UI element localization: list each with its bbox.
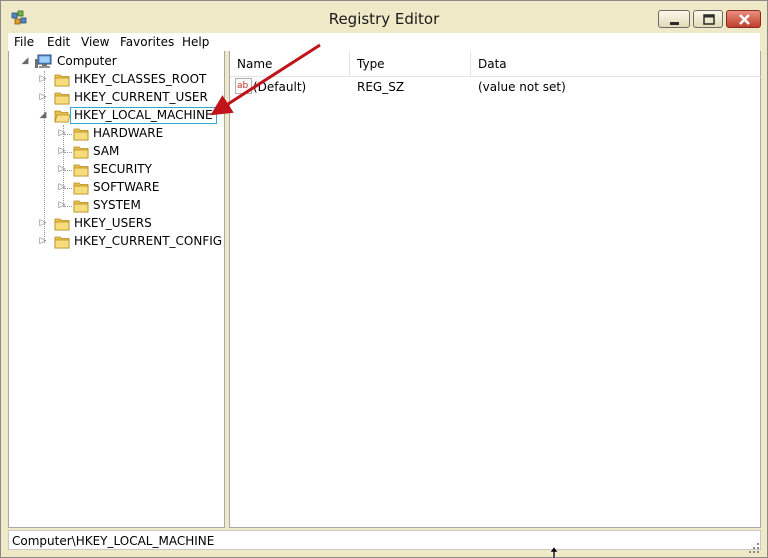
tree-item-hkey-current-config[interactable]: ▷ HKEY_CURRENT_CONFIG — [17, 233, 222, 251]
tree-label: SYSTEM — [93, 198, 141, 212]
title-bar[interactable]: Registry Editor — [1, 1, 767, 33]
menu-help[interactable]: Help — [182, 35, 209, 49]
tree-label: HARDWARE — [93, 126, 164, 140]
close-button[interactable] — [726, 10, 761, 28]
column-header-data[interactable]: Data — [471, 51, 761, 77]
tree-label: HKEY_CLASSES_ROOT — [74, 72, 207, 86]
menu-view[interactable]: View — [81, 35, 109, 49]
maximize-icon — [703, 14, 715, 25]
column-header-name[interactable]: Name — [230, 51, 350, 77]
folder-icon — [73, 182, 89, 195]
status-path: Computer\HKEY_LOCAL_MACHINE — [12, 534, 215, 548]
minimize-icon — [670, 22, 679, 25]
tree-item-hardware[interactable]: ▷ HARDWARE — [17, 125, 217, 143]
tree-item-hkey-current-user[interactable]: ▷ HKEY_CURRENT_USER — [17, 89, 217, 107]
expand-arrow-icon[interactable]: ▷ — [38, 235, 48, 247]
mouse-cursor-icon — [549, 547, 559, 558]
key-tree-pane[interactable]: ◢ Computer ▷ HKEY_CLASSES_ROOT ▷ HKEY_CU… — [8, 51, 225, 528]
open-folder-icon — [54, 110, 70, 123]
string-value-icon: ab — [235, 78, 252, 94]
tree-item-software[interactable]: ▷ SOFTWARE — [17, 179, 217, 197]
folder-icon — [54, 218, 70, 231]
tree-label-selected: HKEY_LOCAL_MACHINE — [70, 107, 217, 124]
window-title: Registry Editor — [328, 10, 440, 28]
value-type: REG_SZ — [357, 80, 405, 94]
value-name: (Default) — [253, 80, 307, 94]
collapse-arrow-icon[interactable]: ◢ — [38, 109, 48, 121]
expand-arrow-icon[interactable]: ▷ — [57, 145, 67, 157]
tree-item-computer[interactable]: ◢ Computer — [17, 53, 217, 71]
folder-icon — [73, 200, 89, 213]
tree-label: SAM — [93, 144, 120, 158]
menu-favorites[interactable]: Favorites — [120, 35, 174, 49]
status-bar: Computer\HKEY_LOCAL_MACHINE — [8, 530, 761, 550]
column-header-type[interactable]: Type — [350, 51, 471, 77]
computer-icon — [35, 54, 52, 68]
registry-editor-window: Registry Editor File Edit View Favorites… — [0, 0, 768, 558]
minimize-button[interactable] — [658, 10, 690, 28]
close-icon — [739, 14, 750, 25]
tree-label: SOFTWARE — [93, 180, 160, 194]
menu-edit[interactable]: Edit — [47, 35, 70, 49]
tree-label: HKEY_CURRENT_USER — [74, 90, 208, 104]
menu-bar: File Edit View Favorites Help — [8, 33, 760, 51]
expand-arrow-icon[interactable]: ▷ — [57, 199, 67, 211]
resize-grip-icon[interactable] — [747, 541, 761, 555]
folder-icon — [73, 164, 89, 177]
tree-item-hkey-classes-root[interactable]: ▷ HKEY_CLASSES_ROOT — [17, 71, 217, 89]
tree-item-hkey-users[interactable]: ▷ HKEY_USERS — [17, 215, 217, 233]
expand-arrow-icon[interactable]: ▷ — [57, 127, 67, 139]
menu-file[interactable]: File — [14, 35, 34, 49]
expand-arrow-icon[interactable]: ▷ — [57, 163, 67, 175]
value-data: (value not set) — [478, 80, 566, 94]
expand-arrow-icon[interactable]: ▷ — [38, 91, 48, 103]
expand-arrow-icon[interactable]: ▷ — [38, 217, 48, 229]
collapse-arrow-icon[interactable]: ◢ — [20, 55, 30, 67]
tree-label: HKEY_CURRENT_CONFIG — [74, 234, 223, 248]
folder-icon — [73, 128, 89, 141]
folder-icon — [54, 74, 70, 87]
maximize-button[interactable] — [693, 10, 723, 28]
value-row[interactable]: ab (Default) REG_SZ (value not set) — [230, 78, 750, 96]
expand-arrow-icon[interactable]: ▷ — [38, 73, 48, 85]
values-list-pane[interactable]: Name Type Data ab (Default) REG_SZ (valu… — [229, 51, 761, 528]
tree-label: HKEY_USERS — [74, 216, 152, 230]
tree-label: SECURITY — [93, 162, 152, 176]
folder-icon — [54, 236, 70, 249]
tree-item-hkey-local-machine[interactable]: ◢ HKEY_LOCAL_MACHINE — [17, 107, 217, 125]
tree-item-sam[interactable]: ▷ SAM — [17, 143, 217, 161]
expand-arrow-icon[interactable]: ▷ — [57, 181, 67, 193]
folder-icon — [54, 92, 70, 105]
tree-label: Computer — [57, 54, 117, 68]
folder-icon — [73, 146, 89, 159]
tree-item-system[interactable]: ▷ SYSTEM — [17, 197, 217, 215]
tree-item-security[interactable]: ▷ SECURITY — [17, 161, 217, 179]
